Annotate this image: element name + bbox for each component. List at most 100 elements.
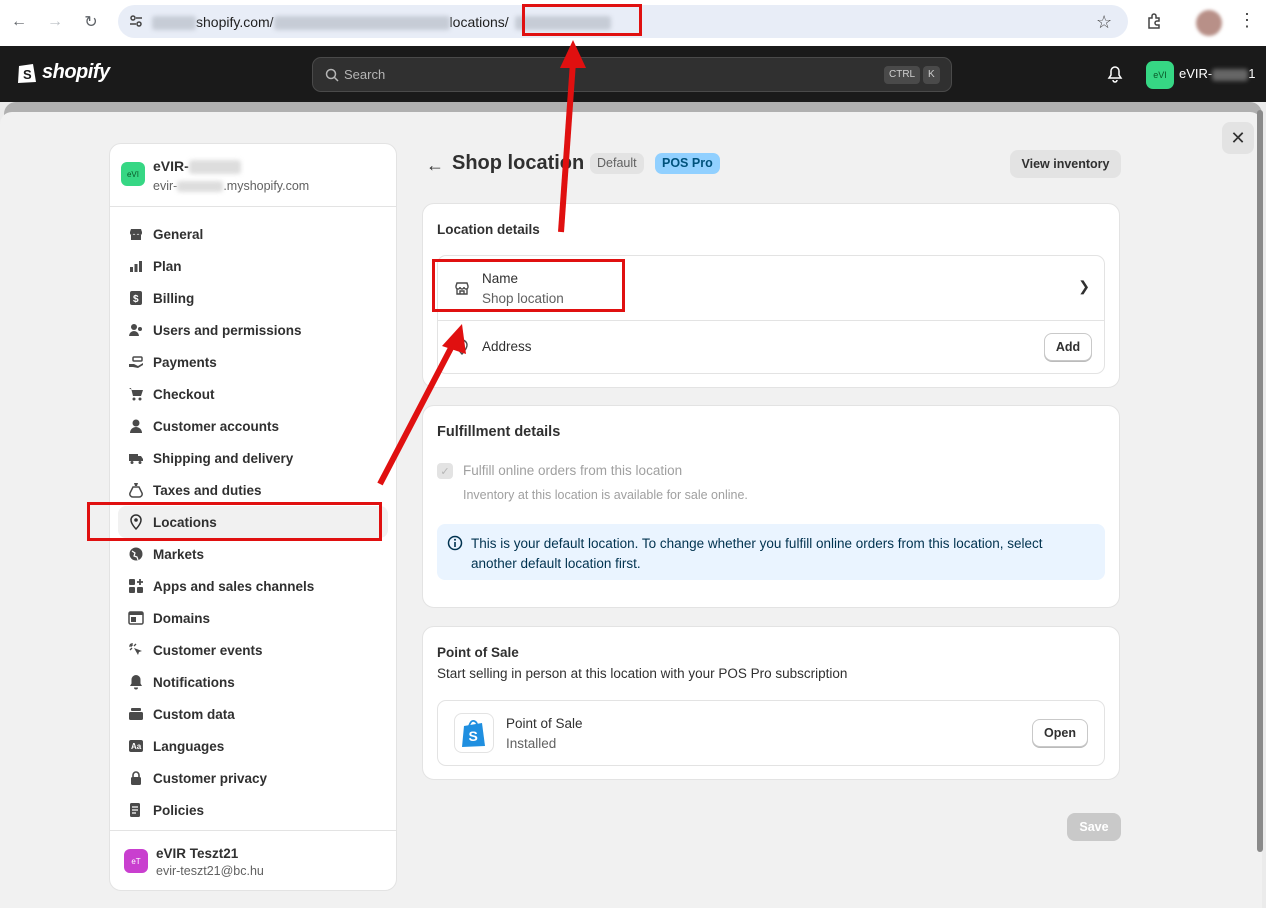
shopify-bag-icon: S — [18, 64, 36, 83]
sidebar-item-general[interactable]: General — [110, 218, 396, 250]
svg-text:$: $ — [133, 294, 139, 305]
app-status: Installed — [506, 736, 557, 751]
pos-subtitle: Start selling in person at this location… — [437, 666, 848, 681]
sidebar-item-label: Billing — [153, 290, 195, 306]
reload-icon[interactable]: ↻ — [73, 4, 109, 40]
tax-bag-icon — [128, 482, 144, 498]
sidebar-item-customer-events[interactable]: Customer events — [110, 634, 396, 666]
app-name: Point of Sale — [506, 716, 583, 731]
location-address-row: Address Add — [438, 321, 1104, 373]
sidebar-item-policies[interactable]: Policies — [110, 794, 396, 826]
annotation-box-locations — [87, 502, 382, 541]
store-url-prefix: evir- — [153, 179, 178, 193]
back-arrow-icon[interactable]: ← — [426, 155, 444, 176]
payment-hand-icon — [128, 354, 144, 370]
open-pos-button[interactable]: Open — [1032, 719, 1088, 747]
user-avatar: eT — [124, 849, 148, 873]
fulfillment-details-card: Fulfillment details ✓ Fulfill online ord… — [422, 405, 1120, 608]
site-settings-icon[interactable] — [128, 13, 144, 29]
shortcut-k-key: K — [923, 66, 940, 84]
sidebar-item-label: Shipping and delivery — [153, 450, 294, 466]
store-icon — [128, 226, 144, 242]
store-name-suffix: 1 — [1248, 66, 1256, 81]
sidebar-store-header[interactable]: eVI eVIR- evir- .myshopify.com — [110, 144, 396, 207]
sidebar-item-label: Custom data — [153, 706, 235, 722]
person-icon — [128, 418, 144, 434]
redacted-store-url — [177, 181, 224, 193]
card-title: Point of Sale — [437, 645, 519, 660]
sidebar-item-label: Notifications — [153, 674, 235, 690]
point-of-sale-card: Point of Sale Start selling in person at… — [422, 626, 1120, 780]
svg-text:S: S — [469, 728, 478, 744]
sidebar-item-label: Markets — [153, 546, 205, 562]
store-avatar: eVI — [121, 162, 145, 186]
forward-icon[interactable]: → — [37, 4, 73, 40]
sidebar-item-languages[interactable]: Aa Languages — [110, 730, 396, 762]
sidebar-item-customer-accounts[interactable]: Customer accounts — [110, 410, 396, 442]
sidebar-item-checkout[interactable]: Checkout — [110, 378, 396, 410]
truck-icon — [128, 450, 144, 466]
location-pin-icon — [456, 339, 468, 355]
pos-pro-badge: POS Pro — [655, 153, 720, 174]
close-settings-button[interactable]: ✕ — [1222, 122, 1254, 154]
redacted-store-name — [1212, 68, 1249, 81]
add-address-button[interactable]: Add — [1044, 333, 1092, 361]
extensions-icon[interactable] — [1146, 12, 1164, 30]
save-button[interactable]: Save — [1067, 813, 1121, 841]
browser-profile-avatar[interactable] — [1196, 10, 1222, 36]
back-icon[interactable]: ← — [1, 4, 37, 40]
annotation-box-url — [522, 4, 642, 36]
globe-icon — [128, 546, 144, 562]
svg-text:S: S — [23, 67, 32, 82]
sidebar-item-billing[interactable]: $ Billing — [110, 282, 396, 314]
sidebar-item-domains[interactable]: Domains — [110, 602, 396, 634]
user-email: evir-teszt21@bc.hu — [156, 864, 264, 878]
sidebar-item-shipping[interactable]: Shipping and delivery — [110, 442, 396, 474]
browser-menu-icon[interactable]: ⋮ — [1238, 10, 1256, 31]
search-placeholder: Search — [344, 67, 386, 82]
user-name: eVIR Teszt21 — [156, 846, 239, 861]
sidebar-item-label: Policies — [153, 802, 205, 818]
sidebar-item-label: Apps and sales channels — [153, 578, 315, 594]
annotation-box-name — [432, 259, 625, 312]
search-icon — [325, 68, 339, 82]
banner-text: This is your default location. To change… — [471, 536, 1043, 571]
view-inventory-button[interactable]: View inventory — [1010, 150, 1121, 178]
search-input[interactable]: Search CTRL K — [312, 57, 952, 92]
apps-icon — [128, 578, 144, 594]
sidebar-item-label: Domains — [153, 610, 211, 626]
notifications-bell-icon[interactable] — [1107, 65, 1123, 83]
chevron-right-icon: ❯ — [1078, 278, 1090, 294]
sidebar-user-account[interactable]: eT eVIR Teszt21 evir-teszt21@bc.hu — [110, 830, 396, 890]
sidebar-item-users[interactable]: Users and permissions — [110, 314, 396, 346]
store-menu[interactable]: eVIR- 1 — [1179, 66, 1255, 81]
fulfill-online-label: Fulfill online orders from this location — [463, 463, 683, 478]
users-icon — [128, 322, 144, 338]
url-path: locations/ — [449, 14, 509, 30]
sidebar-item-custom-data[interactable]: Custom data — [110, 698, 396, 730]
sidebar-item-apps[interactable]: Apps and sales channels — [110, 570, 396, 602]
shopify-logo[interactable]: S shopify — [17, 60, 110, 84]
sidebar-item-payments[interactable]: Payments — [110, 346, 396, 378]
bell-icon — [128, 674, 144, 690]
domain-icon — [128, 610, 144, 626]
svg-text:Aa: Aa — [131, 742, 142, 751]
store-url-suffix: .myshopify.com — [223, 179, 310, 193]
redacted-store-name — [188, 160, 241, 175]
store-avatar[interactable]: eVI — [1146, 61, 1174, 89]
scrollbar[interactable] — [1257, 110, 1263, 852]
database-icon — [128, 706, 144, 722]
sidebar-item-notifications[interactable]: Notifications — [110, 666, 396, 698]
cart-icon — [128, 386, 144, 402]
fulfill-online-help: Inventory at this location is available … — [463, 488, 748, 502]
bookmark-star-icon[interactable]: ☆ — [1096, 12, 1112, 33]
sidebar-item-plan[interactable]: Plan — [110, 250, 396, 282]
cursor-click-icon — [128, 642, 144, 658]
sidebar-item-markets[interactable]: Markets — [110, 538, 396, 570]
shopify-pos-app-icon: S — [454, 713, 494, 753]
policy-icon — [128, 802, 144, 818]
sidebar-item-label: Customer privacy — [153, 770, 268, 786]
info-icon — [447, 535, 463, 551]
sidebar-item-customer-privacy[interactable]: Customer privacy — [110, 762, 396, 794]
fulfill-online-checkbox[interactable]: ✓ — [437, 463, 453, 479]
